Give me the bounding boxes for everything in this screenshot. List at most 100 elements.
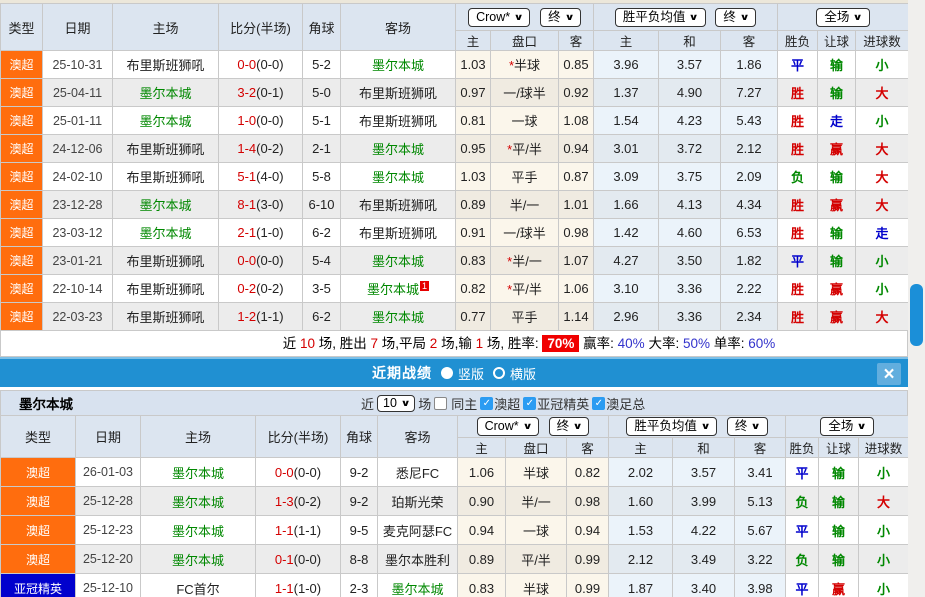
result-handicap: 赢 bbox=[818, 275, 856, 303]
match-date: 23-03-12 bbox=[43, 219, 113, 247]
col-corner: 角球 bbox=[341, 416, 378, 458]
corner-score: 5-8 bbox=[303, 163, 341, 191]
match-date: 25-12-28 bbox=[76, 487, 141, 516]
col-avg-home: 主 bbox=[609, 438, 673, 458]
avg-draw: 4.23 bbox=[659, 107, 721, 135]
match-date: 25-12-10 bbox=[76, 574, 141, 597]
layout-horizontal-option[interactable]: 横版 bbox=[493, 364, 536, 383]
corner-score: 5-2 bbox=[303, 51, 341, 79]
away-team: 墨尔本城 bbox=[378, 574, 458, 597]
table-row: 澳超23-01-21布里斯班狮吼0-0(0-0)5-4墨尔本城0.83*半/一1… bbox=[1, 247, 909, 275]
away-team: 墨尔本城 bbox=[341, 163, 456, 191]
filter-same-home[interactable]: 同主 bbox=[434, 394, 477, 413]
result-handicap: 赢 bbox=[818, 135, 856, 163]
scrollbar-thumb[interactable] bbox=[910, 284, 923, 346]
col-goals: 进球数 bbox=[856, 31, 909, 51]
scrollbar[interactable] bbox=[908, 0, 925, 597]
recent-avg-final-select[interactable]: 终∨ bbox=[727, 417, 768, 436]
result-handicap: 输 bbox=[819, 487, 859, 516]
avg-home: 1.87 bbox=[609, 574, 673, 597]
handicap: 半球 bbox=[506, 574, 567, 597]
summary-part: 场, 胜出 bbox=[315, 336, 371, 351]
summary-part: 大率: bbox=[645, 336, 683, 351]
result-goals: 小 bbox=[859, 516, 909, 545]
league-badge: 澳超 bbox=[1, 247, 43, 275]
league-badge: 澳超 bbox=[1, 545, 76, 574]
odds-home: 0.81 bbox=[456, 107, 491, 135]
result-wdl: 平 bbox=[778, 247, 818, 275]
odds-source-select[interactable]: Crow*∨ bbox=[468, 8, 530, 27]
result-goals: 小 bbox=[856, 51, 909, 79]
panel-content: 类型 日期 主场 比分(半场) 角球 客场 Crow*∨ 终∨ 胜平负均值∨ 终… bbox=[0, 0, 908, 597]
avg-home: 3.10 bbox=[594, 275, 659, 303]
recent-odds-final-select[interactable]: 终∨ bbox=[549, 417, 590, 436]
avg-type-select[interactable]: 胜平负均值∨ bbox=[615, 8, 706, 27]
odds-home: 1.06 bbox=[458, 458, 506, 487]
corner-score: 9-2 bbox=[341, 487, 378, 516]
result-wdl: 胜 bbox=[778, 219, 818, 247]
match-date: 23-12-28 bbox=[43, 191, 113, 219]
score: 2-1(1-0) bbox=[219, 219, 303, 247]
table-row: 澳超25-12-23墨尔本城1-1(1-1)9-5麦克阿瑟FC0.94一球0.9… bbox=[1, 516, 909, 545]
corner-score: 9-2 bbox=[341, 458, 378, 487]
table-row: 澳超22-10-14布里斯班狮吼0-2(0-2)3-5墨尔本城10.82*平/半… bbox=[1, 275, 909, 303]
recent-full-match-select[interactable]: 全场∨ bbox=[820, 417, 873, 436]
col-let-ball: 让球 bbox=[818, 31, 856, 51]
table-row: 澳超25-10-31布里斯班狮吼0-0(0-0)5-2墨尔本城1.03*半球0.… bbox=[1, 51, 909, 79]
home-team: 布里斯班狮吼 bbox=[113, 303, 219, 331]
result-handicap: 输 bbox=[819, 458, 859, 487]
home-team: 布里斯班狮吼 bbox=[113, 135, 219, 163]
avg-type-value: 胜平负均值 bbox=[634, 419, 697, 434]
avg-final-select[interactable]: 终∨ bbox=[715, 8, 756, 27]
corner-score: 8-8 bbox=[341, 545, 378, 574]
home-team: 墨尔本城 bbox=[141, 516, 256, 545]
avg-away: 5.43 bbox=[721, 107, 778, 135]
summary-part: 7 bbox=[371, 336, 379, 351]
recent-odds-source-select[interactable]: Crow*∨ bbox=[477, 417, 539, 436]
chevron-down-icon: ∨ bbox=[573, 419, 583, 434]
filter-a-league[interactable]: 澳超 bbox=[480, 394, 520, 413]
odds-away: 1.06 bbox=[559, 275, 594, 303]
avg-home: 1.54 bbox=[594, 107, 659, 135]
league-badge: 亚冠精英 bbox=[1, 574, 76, 597]
score: 1-1(1-1) bbox=[256, 516, 341, 545]
away-team: 墨尔本城1 bbox=[341, 275, 456, 303]
chevron-down-icon: ∨ bbox=[853, 10, 863, 25]
handicap: 一/球半 bbox=[491, 79, 559, 107]
col-type: 类型 bbox=[1, 4, 43, 51]
avg-home: 2.96 bbox=[594, 303, 659, 331]
home-team: 墨尔本城 bbox=[141, 487, 256, 516]
checkbox-unchecked-icon bbox=[434, 397, 447, 410]
odds-home: 1.03 bbox=[456, 163, 491, 191]
avg-home: 4.27 bbox=[594, 247, 659, 275]
filter-australia-cup[interactable]: 澳足总 bbox=[592, 394, 645, 413]
table-row: 澳超25-01-11墨尔本城1-0(0-0)5-1布里斯班狮吼0.81一球1.0… bbox=[1, 107, 909, 135]
col-handicap: 盘口 bbox=[491, 31, 559, 51]
avg-home: 1.37 bbox=[594, 79, 659, 107]
filter-acl-elite-label: 亚冠精英 bbox=[537, 394, 589, 413]
col-odds-away: 客 bbox=[567, 438, 609, 458]
odds-home: 0.82 bbox=[456, 275, 491, 303]
handicap: 半/一 bbox=[506, 487, 567, 516]
corner-score: 6-2 bbox=[303, 303, 341, 331]
home-team: 布里斯班狮吼 bbox=[113, 275, 219, 303]
layout-vertical-option[interactable]: 竖版 bbox=[441, 364, 484, 383]
summary-part: 50% bbox=[683, 336, 710, 351]
head-to-head-table: 类型 日期 主场 比分(半场) 角球 客场 Crow*∨ 终∨ 胜平负均值∨ 终… bbox=[0, 3, 909, 331]
result-group-header: 全场∨ bbox=[786, 416, 909, 438]
odds-final-select[interactable]: 终∨ bbox=[540, 8, 581, 27]
full-match-select[interactable]: 全场∨ bbox=[816, 8, 869, 27]
avg-home: 3.09 bbox=[594, 163, 659, 191]
result-handicap: 输 bbox=[818, 51, 856, 79]
away-team: 墨尔本城 bbox=[341, 303, 456, 331]
summary-part: 70% bbox=[542, 335, 579, 352]
avg-home: 2.02 bbox=[609, 458, 673, 487]
filter-acl-elite[interactable]: 亚冠精英 bbox=[523, 394, 589, 413]
close-button[interactable]: × bbox=[877, 363, 901, 385]
odds-home: 0.77 bbox=[456, 303, 491, 331]
recent-avg-type-select[interactable]: 胜平负均值∨ bbox=[626, 417, 717, 436]
recent-count-select[interactable]: 10∨ bbox=[377, 395, 415, 412]
league-badge: 澳超 bbox=[1, 219, 43, 247]
home-team: 墨尔本城 bbox=[113, 79, 219, 107]
col-result: 胜负 bbox=[786, 438, 819, 458]
